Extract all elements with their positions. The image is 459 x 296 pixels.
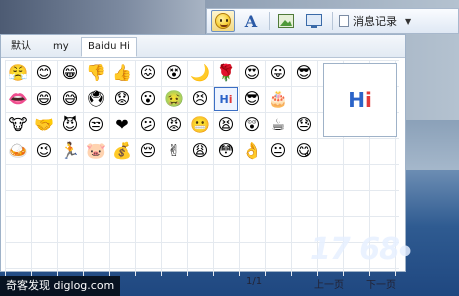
chevron-down-icon[interactable]: ▼ xyxy=(405,17,411,26)
emoticon-item[interactable]: 😩 xyxy=(189,140,211,162)
emoticon-item[interactable]: ☕ xyxy=(267,114,289,136)
emoticon-item[interactable]: 😳 xyxy=(215,140,237,162)
emoticon-item[interactable]: 😵 xyxy=(163,62,185,84)
emoticon-item[interactable]: 💰 xyxy=(111,140,133,162)
emoticon-item[interactable]: 😔 xyxy=(137,140,159,162)
prev-page-button[interactable]: 上一页 xyxy=(314,276,344,291)
emoticon-item[interactable]: 😲 xyxy=(241,114,263,136)
emoticon-item[interactable]: 😤 xyxy=(7,62,29,84)
picture-icon[interactable] xyxy=(274,10,298,32)
emoticon-item[interactable]: 🌹 xyxy=(215,62,237,84)
emoticon-item[interactable]: 👍 xyxy=(111,62,133,84)
emoticon-item[interactable]: 👎 xyxy=(85,62,107,84)
site-logo: 17 68● xyxy=(310,232,411,267)
emoticon-item[interactable]: 🍛 xyxy=(7,140,29,162)
preview-hi-text: Hi xyxy=(348,88,372,112)
emoticon-item-hi[interactable]: Hi xyxy=(214,87,238,111)
tab-baidu-hi[interactable]: Baidu Hi xyxy=(81,37,137,57)
emoticon-item[interactable]: 🐷 xyxy=(85,140,107,162)
emoticon-item[interactable]: 🖲 xyxy=(85,88,107,110)
emoticon-item[interactable]: 😬 xyxy=(189,114,211,136)
toolbar-divider xyxy=(332,12,333,30)
screenshot-glyph-icon xyxy=(306,14,322,28)
emoticon-item[interactable]: 😈 xyxy=(59,114,81,136)
emoticon-item[interactable]: 😁 xyxy=(59,62,81,84)
emoticon-item[interactable]: 😛 xyxy=(267,62,289,84)
screenshot-icon[interactable] xyxy=(302,10,326,32)
emoticon-item[interactable]: ✌ xyxy=(163,140,185,162)
emoticon-item[interactable]: 😕 xyxy=(137,114,159,136)
emoticon-item[interactable]: 🌙 xyxy=(189,62,211,84)
tab-default[interactable]: 默认 xyxy=(5,38,37,56)
emoticon-preview: Hi xyxy=(323,63,397,137)
emoticon-item[interactable]: 😖 xyxy=(137,62,159,84)
desktop-background-rocks xyxy=(0,0,205,36)
emoticon-item[interactable]: 😎 xyxy=(241,88,263,110)
toolbar-divider xyxy=(269,12,270,30)
picture-glyph-icon xyxy=(278,14,294,28)
emoticon-item[interactable]: 😅 xyxy=(59,88,81,110)
tab-my[interactable]: my xyxy=(47,38,75,56)
emoticon-item[interactable]: 🐮 xyxy=(7,114,29,136)
emoticon-item[interactable]: 😟 xyxy=(111,88,133,110)
emoticon-item[interactable]: ❤ xyxy=(111,114,133,136)
history-button[interactable]: 消息记录 ▼ xyxy=(339,13,411,29)
emoticon-icon[interactable] xyxy=(211,10,235,32)
emoticon-item[interactable]: 🤝 xyxy=(33,114,55,136)
emoticon-item[interactable]: 😍 xyxy=(241,62,263,84)
emoticon-item[interactable]: 😫 xyxy=(215,114,237,136)
emoticon-item[interactable]: 😣 xyxy=(189,88,211,110)
next-page-button[interactable]: 下一页 xyxy=(366,276,396,291)
emoticon-item[interactable]: 😎 xyxy=(293,62,315,84)
history-label: 消息记录 xyxy=(353,15,397,28)
font-icon[interactable]: A xyxy=(239,10,263,32)
emoticon-item[interactable]: 😐 xyxy=(267,140,289,162)
emoticon-item[interactable]: 😓 xyxy=(293,114,315,136)
emoticon-item[interactable]: 😮 xyxy=(137,88,159,110)
emoticon-item[interactable]: 😡 xyxy=(163,114,185,136)
emoticon-item[interactable]: 😊 xyxy=(33,62,55,84)
chat-toolbar: A 消息记录 ▼ xyxy=(206,8,459,34)
emoticon-item[interactable]: 😉 xyxy=(33,140,55,162)
history-icon xyxy=(339,15,349,27)
emoticon-item[interactable]: 😒 xyxy=(85,114,107,136)
emoticon-item[interactable]: 🤢 xyxy=(163,88,185,110)
emoticon-item[interactable]: 👌 xyxy=(241,140,263,162)
emoticon-item[interactable]: 👄 xyxy=(7,88,29,110)
watermark: 奇客发现 diglog.com xyxy=(0,276,121,296)
emoticon-item[interactable]: 😄 xyxy=(33,88,55,110)
emoticon-item[interactable]: 🏃 xyxy=(59,140,81,162)
emoticon-tabs: 默认 my Baidu Hi xyxy=(1,35,405,58)
emoticon-item[interactable]: 🎂 xyxy=(267,88,289,110)
page-indicator: 1/1 xyxy=(246,276,263,287)
emoticon-face-icon xyxy=(215,13,231,29)
emoticon-item[interactable]: 😋 xyxy=(293,140,315,162)
